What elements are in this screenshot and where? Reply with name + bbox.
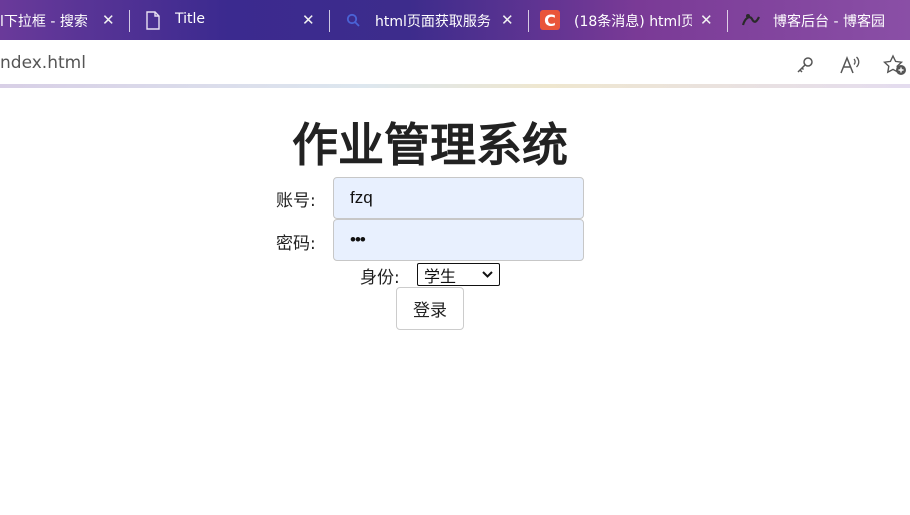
username-input[interactable]: fzq — [333, 177, 584, 219]
tab-title-page[interactable]: Title ✕ — [130, 0, 328, 40]
username-label: 账号: — [276, 191, 316, 211]
tab-blog-admin[interactable]: 博客后台 - 博客园 — [728, 0, 910, 40]
close-icon[interactable]: ✕ — [302, 11, 315, 29]
tab-html-service[interactable]: html页面获取服务 ✕ — [330, 0, 528, 40]
role-select[interactable]: 学生 — [417, 263, 500, 286]
key-icon[interactable] — [792, 52, 818, 78]
role-selected-value: 学生 — [424, 266, 457, 286]
close-icon[interactable]: ✕ — [102, 11, 115, 29]
page-title: 作业管理系统 — [292, 118, 568, 172]
role-label: 身份: — [360, 268, 400, 288]
tab-title: html页面获取服务 — [375, 14, 491, 30]
csdn-icon: C — [540, 10, 560, 30]
tab-search[interactable]: l下拉框 - 搜索 ✕ — [0, 0, 128, 40]
read-aloud-icon[interactable] — [837, 52, 863, 78]
tab-title: (18条消息) html页 — [574, 14, 692, 30]
tab-title: l下拉框 - 搜索 — [0, 14, 88, 30]
url-text[interactable]: ndex.html — [0, 53, 86, 73]
tab-title: Title — [175, 11, 206, 27]
favorite-add-icon[interactable] — [882, 52, 908, 78]
page-icon — [144, 10, 162, 30]
csdn-icon-letter: C — [544, 10, 556, 30]
address-bar: ndex.html — [0, 40, 910, 88]
login-page: 作业管理系统 账号: fzq 密码: ••• 身份: 学生 登录 — [0, 89, 910, 515]
tab-title: 博客后台 - 博客园 — [773, 14, 885, 30]
chevron-down-icon — [481, 266, 494, 286]
tab-bar: l下拉框 - 搜索 ✕ Title ✕ html页面获取服务 ✕ C (18条消… — [0, 0, 910, 40]
password-label: 密码: — [276, 234, 316, 254]
close-icon[interactable]: ✕ — [501, 11, 514, 29]
search-icon — [344, 10, 362, 30]
tab-csdn[interactable]: C (18条消息) html页 ✕ — [529, 0, 727, 40]
close-icon[interactable]: ✕ — [700, 11, 713, 29]
login-button[interactable]: 登录 — [396, 287, 464, 330]
password-input[interactable]: ••• — [333, 219, 584, 261]
progress-line — [0, 84, 910, 88]
cnblogs-icon — [740, 10, 762, 30]
